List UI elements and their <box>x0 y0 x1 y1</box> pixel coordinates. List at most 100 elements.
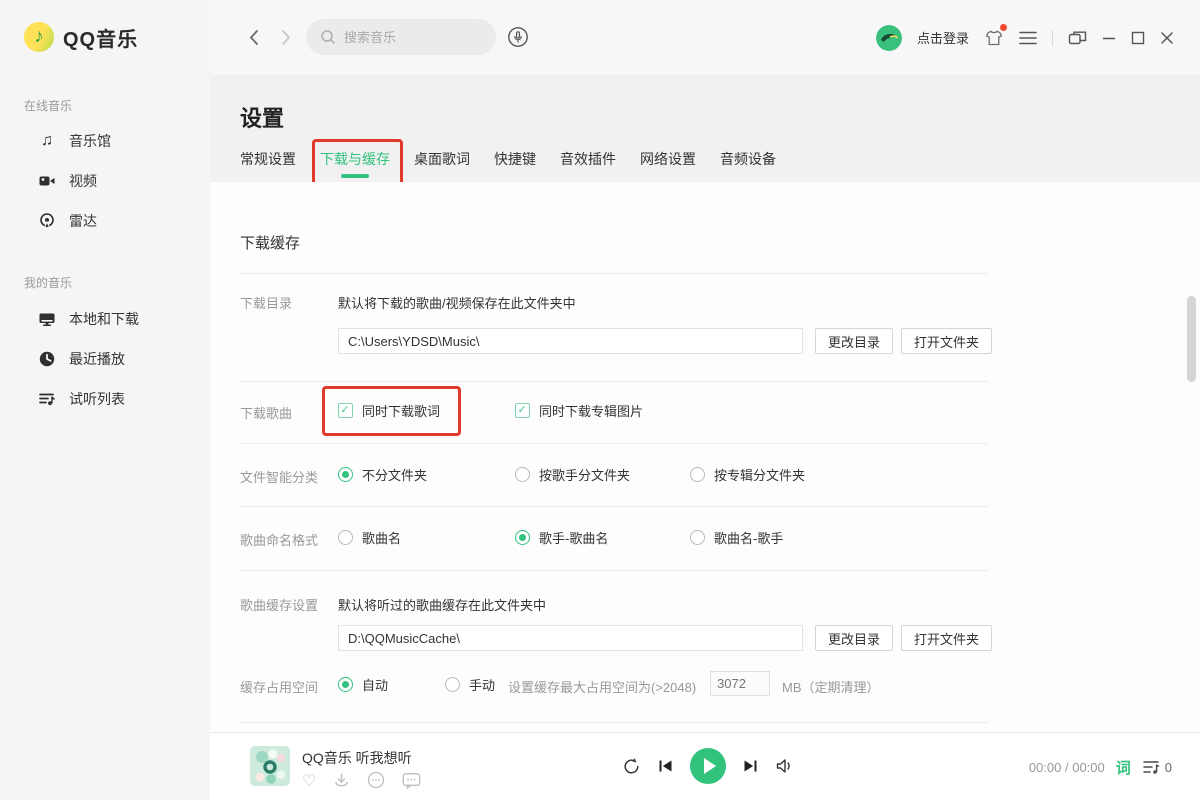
divider <box>240 570 988 571</box>
comment-icon[interactable] <box>402 772 421 793</box>
search-input[interactable] <box>344 30 474 45</box>
radio-auto[interactable]: 自动 <box>338 675 388 694</box>
avatar[interactable] <box>876 25 902 51</box>
checkbox-download-lyrics[interactable]: 同时下载歌词 <box>338 401 440 420</box>
page-title: 设置 <box>240 101 284 133</box>
smart-classify-row: 文件智能分类 不分文件夹 按歌手分文件夹 按专辑分文件夹 <box>210 465 1200 485</box>
clock-icon <box>38 350 56 368</box>
download-dir-input[interactable] <box>338 328 803 354</box>
qq-music-logo-icon: ♪ <box>24 22 54 52</box>
radio-icon[interactable] <box>338 677 353 692</box>
radio-icon[interactable] <box>338 530 353 545</box>
song-recognition-icon[interactable] <box>506 25 530 52</box>
row-label: 缓存占用空间 <box>240 677 318 696</box>
radio-icon[interactable] <box>690 530 705 545</box>
radio-icon[interactable] <box>338 467 353 482</box>
section-title: 下载缓存 <box>240 232 300 253</box>
loop-mode-icon[interactable] <box>622 757 641 776</box>
change-dir-button[interactable]: 更改目录 <box>815 328 893 354</box>
more-options-icon[interactable] <box>367 771 385 793</box>
radio-icon[interactable] <box>515 467 530 482</box>
cache-dir-input-row: 更改目录 打开文件夹 <box>210 625 1200 651</box>
tab-audio-devices[interactable]: 音频设备 <box>720 149 776 169</box>
tab-general[interactable]: 常规设置 <box>240 149 296 169</box>
forward-arrow-icon[interactable] <box>280 29 292 49</box>
checkbox-icon[interactable] <box>338 403 353 418</box>
radio-by-album[interactable]: 按专辑分文件夹 <box>690 465 805 484</box>
radar-icon <box>38 212 56 230</box>
cache-dir-row: 歌曲缓存设置 默认将听过的歌曲缓存在此文件夹中 <box>210 593 1200 613</box>
search-box[interactable] <box>306 19 496 55</box>
checkbox-download-album-art[interactable]: 同时下载专辑图片 <box>515 401 643 420</box>
divider <box>240 381 988 382</box>
mini-player-icon[interactable] <box>1068 30 1087 46</box>
radio-song-name[interactable]: 歌曲名 <box>338 528 401 547</box>
previous-track-icon[interactable] <box>657 758 674 774</box>
radio-by-artist[interactable]: 按歌手分文件夹 <box>515 465 630 484</box>
sidebar-item-video[interactable]: 视频 <box>0 161 210 201</box>
skin-theme-icon[interactable] <box>984 28 1004 48</box>
sidebar-item-recent-played[interactable]: 最近播放 <box>0 339 210 379</box>
lyrics-toggle[interactable]: 词 <box>1116 757 1131 778</box>
tab-download-cache[interactable]: 下载与缓存 <box>320 149 390 169</box>
volume-icon[interactable] <box>775 757 795 775</box>
sidebar-item-music-hall[interactable]: ♫ 音乐馆 <box>0 121 210 161</box>
cache-space-row: 缓存占用空间 自动 手动 设置缓存最大占用空间为(>2048) MB（定期清理） <box>210 675 1200 695</box>
radio-artist-song[interactable]: 歌手-歌曲名 <box>515 528 608 547</box>
topbar: 点击登录 <box>210 0 1200 75</box>
maximize-icon[interactable] <box>1131 31 1145 45</box>
time-display: 00:00 / 00:00 <box>1029 760 1105 775</box>
divider <box>240 443 988 444</box>
tab-desktop-lyrics[interactable]: 桌面歌词 <box>414 149 470 169</box>
play-icon <box>704 758 716 774</box>
sidebar: ♪ QQ音乐 在线音乐 ♫ 音乐馆 视频 试听列表 雷达 我的音乐 本地和下载 … <box>0 0 210 800</box>
back-arrow-icon[interactable] <box>248 29 260 49</box>
radio-no-folder[interactable]: 不分文件夹 <box>338 465 427 484</box>
cache-dir-input[interactable] <box>338 625 803 651</box>
radio-manual[interactable]: 手动 <box>445 675 495 694</box>
row-label: 下载目录 <box>240 293 292 312</box>
open-folder-button[interactable]: 打开文件夹 <box>901 625 992 651</box>
radio-icon[interactable] <box>515 530 530 545</box>
monitor-icon <box>38 310 56 328</box>
like-heart-icon[interactable]: ♡ <box>302 774 316 790</box>
playlist-icon <box>38 390 56 408</box>
tab-audio-plugins[interactable]: 音效插件 <box>560 149 616 169</box>
cache-max-input[interactable] <box>710 671 770 696</box>
play-button[interactable] <box>690 748 726 784</box>
sidebar-item-listen-list[interactable]: 试听列表 <box>0 379 210 419</box>
tab-network[interactable]: 网络设置 <box>640 149 696 169</box>
track-title[interactable]: QQ音乐 听我想听 <box>302 748 412 768</box>
download-track-icon[interactable] <box>333 772 350 793</box>
cache-space-hint: 设置缓存最大占用空间为(>2048) <box>508 677 696 696</box>
row-label: 文件智能分类 <box>240 467 318 486</box>
queue-count: 0 <box>1165 760 1172 775</box>
app-logo[interactable]: ♪ QQ音乐 <box>24 22 138 52</box>
search-icon <box>320 29 336 45</box>
sidebar-item-local-downloads[interactable]: 本地和下载 <box>0 299 210 339</box>
sidebar-item-radar[interactable]: 试听列表 雷达 <box>0 201 210 241</box>
divider <box>240 506 988 507</box>
open-folder-button[interactable]: 打开文件夹 <box>901 328 992 354</box>
settings-content: 下载缓存 下载目录 默认将下载的歌曲/视频保存在此文件夹中 更改目录 打开文件夹… <box>210 182 1200 732</box>
close-icon[interactable] <box>1160 31 1174 45</box>
radio-icon[interactable] <box>445 677 460 692</box>
video-camera-icon <box>38 172 56 190</box>
radio-song-artist[interactable]: 歌曲名-歌手 <box>690 528 783 547</box>
album-art[interactable] <box>250 746 290 786</box>
divider <box>240 722 988 723</box>
row-label: 下载歌曲 <box>240 403 292 422</box>
scrollbar-thumb[interactable] <box>1187 296 1196 382</box>
minimize-icon[interactable] <box>1102 31 1116 45</box>
play-queue-button[interactable]: 0 <box>1142 759 1172 775</box>
tab-hotkeys[interactable]: 快捷键 <box>494 149 536 169</box>
sidebar-section-online: 在线音乐 <box>24 97 72 114</box>
next-track-icon[interactable] <box>742 758 759 774</box>
download-song-row: 下载歌曲 同时下载歌词 同时下载专辑图片 <box>210 401 1200 421</box>
checkbox-icon[interactable] <box>515 403 530 418</box>
main-menu-icon[interactable] <box>1019 31 1037 45</box>
radio-icon[interactable] <box>690 467 705 482</box>
login-button[interactable]: 点击登录 <box>917 28 969 47</box>
play-queue-icon <box>1142 759 1161 775</box>
change-dir-button[interactable]: 更改目录 <box>815 625 893 651</box>
